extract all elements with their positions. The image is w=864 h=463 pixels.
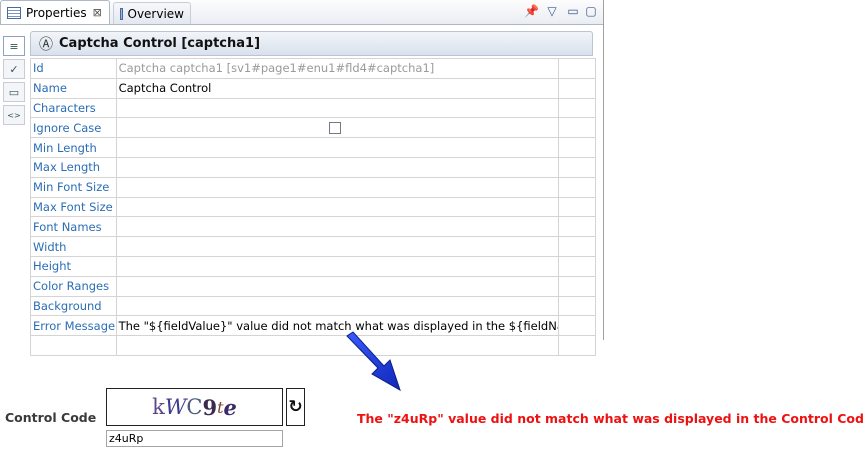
captcha-input[interactable] (106, 430, 283, 447)
page-title: Captcha Control [captcha1] (59, 36, 261, 51)
ignore-case-checkbox[interactable] (328, 122, 341, 135)
property-extra (557, 77, 597, 99)
section-tab-messages[interactable]: ▭ (3, 82, 25, 102)
property-key[interactable]: Font Names (30, 216, 117, 238)
property-extra (557, 156, 597, 178)
property-extra (557, 97, 597, 119)
captcha-char: k (152, 395, 165, 419)
captcha-control-icon: Ⓐ (39, 36, 53, 53)
property-key[interactable]: Color Ranges (30, 275, 117, 297)
property-key[interactable]: Max Font Size (30, 196, 117, 218)
properties-icon (7, 6, 21, 19)
close-icon[interactable]: ⊠ (93, 6, 102, 19)
property-value[interactable] (115, 97, 559, 119)
property-value[interactable] (115, 236, 559, 257)
properties-table: Id Captcha captcha1 [sv1#page1#enu1#fld4#… (30, 58, 597, 356)
tab-overview-label: Overview (127, 6, 185, 21)
property-key[interactable]: Error Message (30, 315, 117, 337)
empty-cell (115, 335, 559, 356)
property-value[interactable] (115, 176, 559, 198)
empty-cell (557, 335, 597, 356)
property-key[interactable]: Id (30, 58, 117, 79)
property-extra (557, 315, 597, 337)
control-code-label: Control Code (5, 410, 97, 425)
message-icon: ▭ (8, 85, 20, 99)
property-key[interactable]: Height (30, 255, 117, 277)
error-message: The "z4uRp" value did not match what was… (357, 411, 864, 426)
property-extra (557, 58, 597, 79)
table-row: Id Captcha captcha1 [sv1#page1#enu1#fld4#… (30, 58, 597, 79)
property-value[interactable] (115, 295, 559, 317)
table-row: Ignore Case (30, 117, 597, 139)
property-extra (557, 255, 597, 277)
property-extra (557, 117, 597, 139)
property-value[interactable] (115, 275, 559, 297)
property-key[interactable]: Characters (30, 97, 117, 119)
property-value[interactable] (115, 156, 559, 178)
property-key[interactable]: Name (30, 77, 117, 99)
table-row: Error Message The "${fieldValue}" value d… (30, 315, 597, 337)
captcha-char: C (186, 395, 203, 419)
source-icon: <> (7, 110, 21, 120)
property-extra (557, 176, 597, 198)
overview-icon (120, 7, 123, 20)
tab-properties-label: Properties (26, 5, 87, 20)
captcha-char: W (164, 395, 187, 419)
properties-view: Properties ⊠ Overview 📌 ▽ ▭ ▢ ≡ ✓ ▭ <> Ⓐ… (0, 0, 604, 356)
property-value[interactable]: Captcha Control (115, 77, 559, 99)
property-key[interactable]: Max Length (30, 156, 117, 178)
property-extra (557, 236, 597, 257)
captcha-image: k W C 9 t e (106, 388, 283, 426)
table-row: Max Font Size (30, 196, 597, 218)
refresh-button[interactable]: ↻ (286, 388, 305, 426)
property-value[interactable]: Captcha captcha1 [sv1#page1#enu1#fld4#ca… (115, 58, 559, 79)
view-menu-icon[interactable]: ▽ (545, 4, 559, 18)
property-value[interactable] (115, 117, 559, 139)
captcha-char: e (223, 394, 237, 420)
maximize-icon[interactable]: ▢ (584, 4, 598, 18)
property-key[interactable]: Min Font Size (30, 176, 117, 198)
refresh-icon: ↻ (288, 397, 303, 417)
property-extra (557, 216, 597, 238)
property-key[interactable]: Min Length (30, 137, 117, 158)
table-row: Color Ranges (30, 275, 597, 297)
view-tab-bar: Properties ⊠ Overview 📌 ▽ ▭ ▢ (0, 0, 603, 25)
table-row: Name Captcha Control (30, 77, 597, 99)
property-value[interactable] (115, 216, 559, 238)
table-row: Font Names (30, 216, 597, 238)
tab-properties[interactable]: Properties ⊠ (0, 0, 110, 24)
table-row: Background (30, 295, 597, 317)
property-key[interactable]: Ignore Case (30, 117, 117, 139)
property-extra (557, 137, 597, 158)
property-key[interactable]: Background (30, 295, 117, 317)
captcha-char: 9 (202, 394, 218, 420)
pin-icon[interactable]: 📌 (524, 4, 539, 18)
property-extra (557, 295, 597, 317)
property-extra (557, 275, 597, 297)
list-icon: ≡ (9, 39, 19, 53)
property-value[interactable] (115, 137, 559, 158)
property-extra (557, 196, 597, 218)
empty-cell (30, 335, 117, 356)
table-row: Characters (30, 97, 597, 119)
minimize-icon[interactable]: ▭ (566, 4, 580, 18)
properties-header: Ⓐ Captcha Control [captcha1] (30, 31, 593, 56)
table-row: Min Length (30, 137, 597, 158)
table-row: Min Font Size (30, 176, 597, 198)
section-tab-source[interactable]: <> (3, 105, 25, 125)
tab-overview[interactable]: Overview (113, 2, 191, 24)
table-row: Width (30, 236, 597, 257)
property-value[interactable] (115, 196, 559, 218)
section-tab-general[interactable]: ≡ (3, 36, 25, 56)
table-row (30, 335, 597, 356)
table-row: Max Length (30, 156, 597, 178)
table-row: Height (30, 255, 597, 277)
arrow-icon (346, 331, 401, 392)
section-tabs: ≡ ✓ ▭ <> (3, 36, 25, 128)
check-icon: ✓ (9, 62, 19, 76)
section-tab-validation[interactable]: ✓ (3, 59, 25, 79)
property-key[interactable]: Width (30, 236, 117, 257)
property-value[interactable] (115, 255, 559, 277)
property-value[interactable]: The "${fieldValue}" value did not match … (115, 315, 559, 337)
